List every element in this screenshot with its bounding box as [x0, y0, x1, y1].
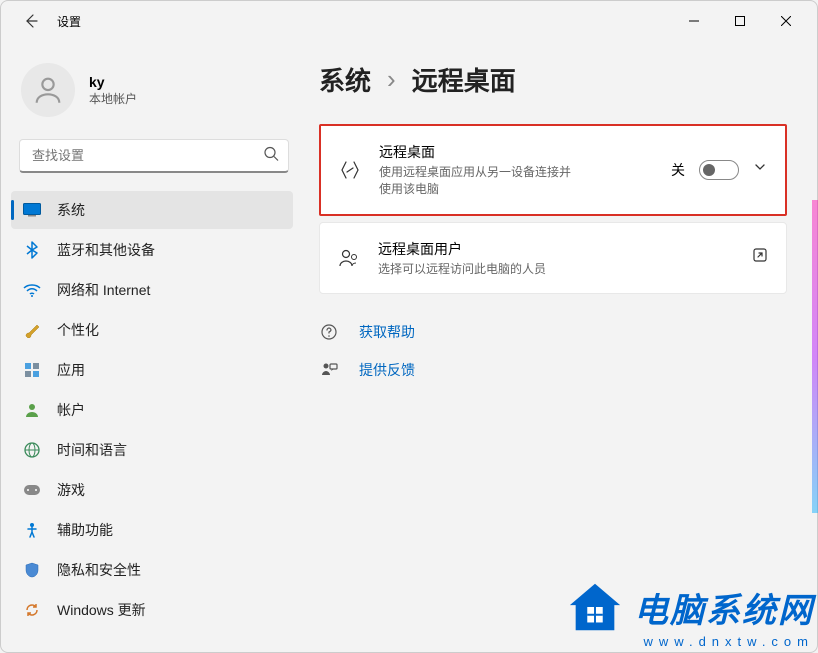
feedback-link[interactable]: 提供反馈 — [319, 360, 787, 380]
sidebar: ky 本地帐户 系统 蓝牙和其他设备 网络和 In — [1, 41, 301, 652]
shield-icon — [23, 561, 41, 579]
breadcrumb-sep: › — [387, 64, 396, 95]
sidebar-item-label: 网络和 Internet — [57, 280, 150, 300]
search-icon — [263, 146, 279, 167]
titlebar-left: 设置 — [9, 11, 81, 31]
users-icon — [338, 248, 360, 268]
external-link-icon — [752, 247, 768, 263]
link-label: 获取帮助 — [359, 322, 415, 342]
brush-icon — [23, 321, 41, 339]
sidebar-item-time-language[interactable]: 时间和语言 — [11, 431, 293, 469]
minimize-icon — [689, 16, 699, 26]
card-body: 远程桌面用户 选择可以远程访问此电脑的人员 — [378, 239, 734, 278]
nav-list: 系统 蓝牙和其他设备 网络和 Internet 个性化 应用 — [11, 191, 301, 629]
accessibility-icon — [23, 521, 41, 539]
sidebar-item-system[interactable]: 系统 — [11, 191, 293, 229]
feedback-icon — [319, 362, 339, 378]
breadcrumb-page: 远程桌面 — [412, 61, 516, 98]
sidebar-item-label: 帐户 — [57, 400, 85, 420]
close-button[interactable] — [763, 5, 809, 37]
main-panel: 系统 › 远程桌面 远程桌面 使用远程桌面应用从另一设备连接并使用该电脑 关 — [301, 41, 817, 652]
card-right — [752, 247, 768, 268]
wifi-icon — [23, 281, 41, 299]
remote-desktop-card[interactable]: 远程桌面 使用远程桌面应用从另一设备连接并使用该电脑 关 — [319, 124, 787, 216]
breadcrumb-root[interactable]: 系统 — [319, 61, 371, 98]
sidebar-item-label: 个性化 — [57, 320, 99, 340]
chevron-down-icon — [753, 160, 767, 174]
search-input[interactable] — [19, 139, 289, 173]
sidebar-item-label: 辅助功能 — [57, 520, 113, 540]
sidebar-item-privacy[interactable]: 隐私和安全性 — [11, 551, 293, 589]
avatar — [21, 63, 75, 117]
decorative-strip — [812, 200, 818, 513]
sidebar-item-label: Windows 更新 — [57, 600, 146, 620]
close-icon — [781, 16, 791, 26]
back-button[interactable] — [21, 11, 41, 31]
update-icon — [23, 601, 41, 619]
profile-name: ky — [89, 74, 137, 90]
maximize-icon — [735, 16, 745, 26]
help-link[interactable]: 获取帮助 — [319, 322, 787, 342]
sidebar-item-personalization[interactable]: 个性化 — [11, 311, 293, 349]
apps-icon — [23, 361, 41, 379]
card-sub: 选择可以远程访问此电脑的人员 — [378, 261, 734, 278]
window-controls — [671, 5, 809, 37]
card-title: 远程桌面 — [379, 142, 653, 162]
link-label: 提供反馈 — [359, 360, 415, 380]
person-icon — [31, 73, 65, 107]
sidebar-item-label: 蓝牙和其他设备 — [57, 240, 155, 260]
profile-block[interactable]: ky 本地帐户 — [11, 51, 301, 135]
arrow-left-icon — [23, 13, 39, 29]
sidebar-item-label: 隐私和安全性 — [57, 560, 141, 580]
open-external-button[interactable] — [752, 247, 768, 268]
help-icon — [319, 323, 339, 341]
sidebar-item-bluetooth[interactable]: 蓝牙和其他设备 — [11, 231, 293, 269]
sidebar-item-accounts[interactable]: 帐户 — [11, 391, 293, 429]
remote-icon — [339, 160, 361, 180]
bluetooth-icon — [23, 241, 41, 259]
search-wrap — [19, 139, 289, 173]
minimize-button[interactable] — [671, 5, 717, 37]
sidebar-item-accessibility[interactable]: 辅助功能 — [11, 511, 293, 549]
sidebar-item-gaming[interactable]: 游戏 — [11, 471, 293, 509]
account-icon — [23, 401, 41, 419]
sidebar-item-windows-update[interactable]: Windows 更新 — [11, 591, 293, 629]
remote-users-card[interactable]: 远程桌面用户 选择可以远程访问此电脑的人员 — [319, 222, 787, 295]
content-area: ky 本地帐户 系统 蓝牙和其他设备 网络和 In — [1, 41, 817, 652]
card-body: 远程桌面 使用远程桌面应用从另一设备连接并使用该电脑 — [379, 142, 653, 198]
links-block: 获取帮助 提供反馈 — [319, 322, 787, 380]
expand-button[interactable] — [753, 160, 767, 179]
gamepad-icon — [23, 481, 41, 499]
card-title: 远程桌面用户 — [378, 239, 734, 259]
card-right: 关 — [671, 160, 767, 180]
card-sub: 使用远程桌面应用从另一设备连接并使用该电脑 — [379, 164, 579, 198]
profile-text: ky 本地帐户 — [89, 74, 137, 107]
sidebar-item-network[interactable]: 网络和 Internet — [11, 271, 293, 309]
globe-icon — [23, 441, 41, 459]
toggle-knob — [703, 164, 715, 176]
settings-window: 设置 ky 本地帐户 — [0, 0, 818, 653]
app-title: 设置 — [57, 13, 81, 30]
sidebar-item-label: 时间和语言 — [57, 440, 127, 460]
sidebar-item-apps[interactable]: 应用 — [11, 351, 293, 389]
sidebar-item-label: 系统 — [57, 200, 85, 220]
title-bar: 设置 — [1, 1, 817, 41]
profile-sub: 本地帐户 — [89, 90, 137, 107]
toggle-label: 关 — [671, 160, 685, 180]
system-icon — [23, 201, 41, 219]
breadcrumb: 系统 › 远程桌面 — [319, 61, 787, 98]
maximize-button[interactable] — [717, 5, 763, 37]
sidebar-item-label: 应用 — [57, 360, 85, 380]
remote-desktop-toggle[interactable] — [699, 160, 739, 180]
sidebar-item-label: 游戏 — [57, 480, 85, 500]
